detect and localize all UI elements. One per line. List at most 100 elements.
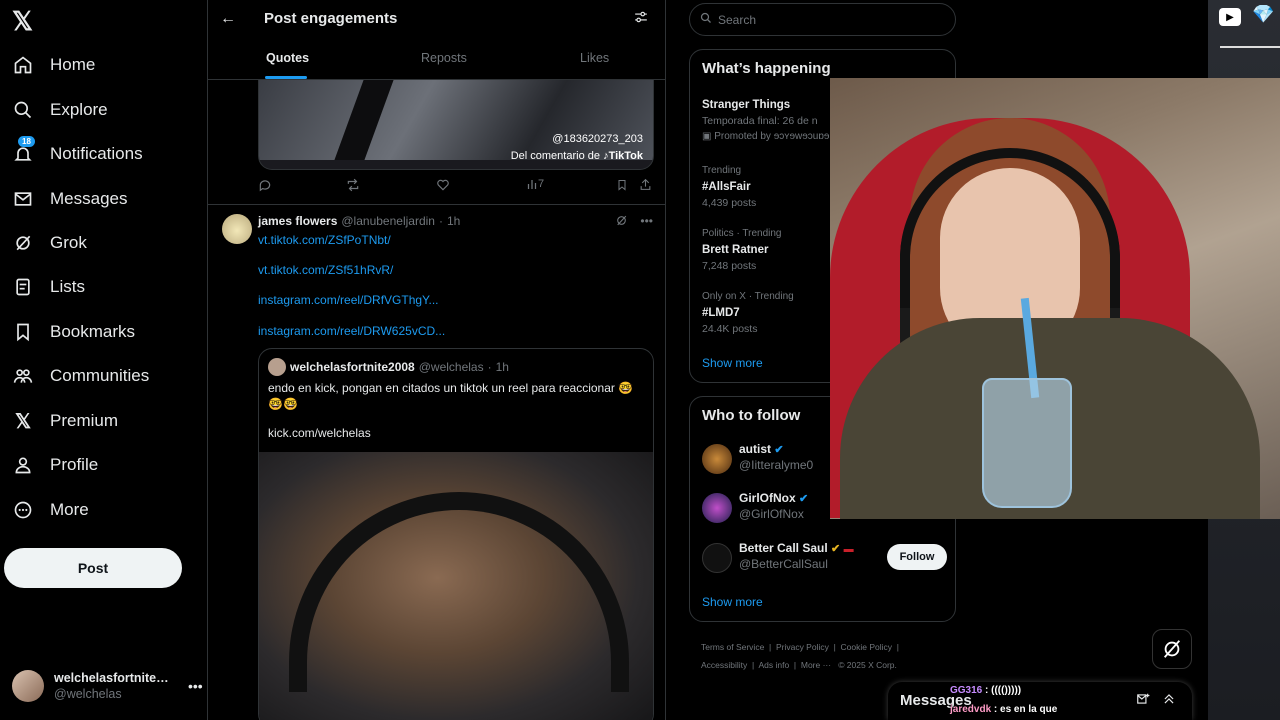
affiliate-badge-icon: ▬ (843, 544, 854, 555)
like-icon[interactable] (436, 178, 450, 195)
quoted-post-time: 1h (495, 360, 509, 374)
suggestion-handle: @BetterCallSaul (739, 557, 828, 571)
nav-bookmarks[interactable]: Bookmarks (12, 312, 135, 352)
people-icon (12, 365, 34, 387)
post-actions: 7 (258, 178, 651, 196)
post-media[interactable]: @183620273_203 Del comentario de ♪TikTok (258, 80, 654, 170)
chat-colon: : (982, 685, 992, 696)
nav-lists[interactable]: Lists (12, 267, 85, 307)
footer-link[interactable]: Ads info (758, 660, 789, 670)
trend-count: 7,248 posts (702, 260, 757, 272)
promoted-text: Promoted by ɘɔʏɘwɘɔuɒɘ (714, 131, 830, 142)
list-icon (12, 276, 34, 298)
repost-icon[interactable] (346, 178, 360, 195)
footer-link[interactable]: Privacy Policy (776, 642, 829, 652)
verified-badge-icon: ✔ (774, 444, 784, 456)
footer-link[interactable]: Terms of Service (701, 642, 764, 652)
tab-reposts[interactable]: Reposts (421, 51, 467, 65)
gem-icon[interactable]: 💎 (1252, 4, 1274, 25)
more-dots-icon[interactable]: ••• (188, 678, 203, 694)
follow-suggestion[interactable]: Better Call Saul ✔ ▬ @BetterCallSaul Fol… (702, 541, 947, 575)
author-name[interactable]: james flowers (258, 214, 337, 228)
nav-messages[interactable]: Messages (12, 179, 127, 219)
grok-floating-button[interactable] (1152, 629, 1192, 669)
more-circle-icon (12, 499, 34, 521)
filter-icon[interactable] (634, 10, 648, 27)
nav-home[interactable]: Home (12, 45, 95, 85)
quoted-post-link[interactable]: kick.com/welchelas (268, 426, 371, 440)
avatar (702, 444, 732, 474)
chevron-up-icon[interactable] (1162, 692, 1176, 709)
post-link[interactable]: instagram.com/reel/DRW625vCD... (258, 324, 445, 338)
panel-title: Who to follow (702, 407, 801, 424)
account-handle: @welchelas (54, 687, 122, 701)
post-link[interactable]: vt.tiktok.com/ZSfPoTNbt/ (258, 233, 391, 247)
follow-button[interactable]: Follow (887, 544, 947, 570)
avatar[interactable] (222, 214, 252, 244)
tiktok-brand: TikTok (608, 150, 643, 162)
nav-grok[interactable]: Grok (12, 223, 87, 263)
nav-explore[interactable]: Explore (12, 90, 108, 130)
avatar (12, 670, 44, 702)
account-switcher[interactable]: welchelasfortnite2... @welchelas ••• (12, 664, 203, 708)
home-icon (12, 54, 34, 76)
person-icon (12, 454, 34, 476)
nav-label: Communities (50, 366, 150, 385)
post-link[interactable]: vt.tiktok.com/ZSf51hRvR/ (258, 263, 393, 277)
author-handle[interactable]: @lanubeneljardin (341, 214, 435, 228)
footer-link[interactable]: Accessibility (701, 660, 747, 670)
more-dots-icon[interactable]: ••• (640, 214, 653, 230)
trend-meta: Only on X · Trending (702, 291, 794, 302)
search-placeholder: Search (718, 12, 757, 27)
nav-profile[interactable]: Profile (12, 445, 98, 485)
show-more-link[interactable]: Show more (702, 356, 763, 370)
quoted-author-handle: @welchelas (418, 360, 484, 374)
quoted-post-image[interactable] (259, 452, 653, 720)
trend-meta: Trending (702, 165, 742, 176)
search-input[interactable]: Search (689, 3, 956, 36)
views-count: 7 (538, 178, 545, 190)
nav-communities[interactable]: Communities (12, 356, 149, 396)
nav-more[interactable]: More (12, 490, 89, 530)
play-icon[interactable]: ▶ (1219, 8, 1241, 26)
tab-likes[interactable]: Likes (580, 51, 609, 65)
left-navigation: 𝕏 Home Explore 18 Notifications Messages… (0, 0, 208, 720)
panel-title: What’s happening (702, 60, 831, 77)
post-header: james flowers @lanubeneljardin · 1h (258, 214, 460, 228)
nav-notifications[interactable]: 18 Notifications (12, 134, 143, 174)
tab-quotes[interactable]: Quotes (266, 51, 309, 65)
trend-item[interactable]: Politics · Trending Brett Ratner 7,248 p… (702, 226, 781, 274)
search-icon (12, 99, 34, 121)
promoted-label: ▣ Promoted by ɘɔʏɘwɘɔuɒɘ (702, 129, 830, 145)
nav-premium[interactable]: 𝕏 Premium (12, 401, 118, 441)
trend-item[interactable]: Stranger Things Temporada final: 26 de n… (702, 97, 830, 145)
messages-actions (1136, 692, 1176, 709)
webcam-overlay (830, 78, 1280, 519)
suggestion-name: GirlOfNox ✔ (739, 491, 808, 505)
trend-item[interactable]: Trending #AllsFair 4,439 posts (702, 163, 756, 211)
quoted-post[interactable]: welchelasfortnite2008 @welchelas · 1h en… (258, 348, 654, 720)
envelope-icon (12, 188, 34, 210)
new-message-icon[interactable] (1136, 692, 1150, 709)
footer-link[interactable]: Cookie Policy (841, 642, 893, 652)
grok-icon[interactable] (615, 214, 628, 230)
post-button[interactable]: Post (4, 548, 182, 588)
user-name: Better Call Saul (739, 541, 828, 555)
user-name: autist (739, 442, 772, 456)
post-link[interactable]: instagram.com/reel/DRfVGThgY... (258, 293, 439, 307)
reply-icon[interactable] (258, 178, 272, 195)
trend-item[interactable]: Only on X · Trending #LMD7 24.4K posts (702, 289, 794, 337)
quoted-post-text: endo en kick, pongan en citados un tikto… (268, 381, 634, 411)
bookmark-icon[interactable] (616, 178, 628, 195)
tiktok-credit: Del comentario de ♪TikTok (511, 150, 643, 162)
views-icon[interactable]: 7 (526, 178, 544, 193)
back-arrow-icon[interactable]: ← (220, 10, 236, 28)
share-icon[interactable] (639, 178, 652, 194)
post-time[interactable]: 1h (447, 214, 460, 228)
show-more-link[interactable]: Show more (702, 595, 763, 609)
nav-label: Notifications (50, 144, 143, 163)
chat-colon: : (991, 704, 1001, 715)
x-logo-icon[interactable]: 𝕏 (12, 8, 38, 34)
footer-link[interactable]: More ··· (801, 660, 831, 670)
suggestion-name: Better Call Saul ✔ ▬ (739, 541, 854, 555)
